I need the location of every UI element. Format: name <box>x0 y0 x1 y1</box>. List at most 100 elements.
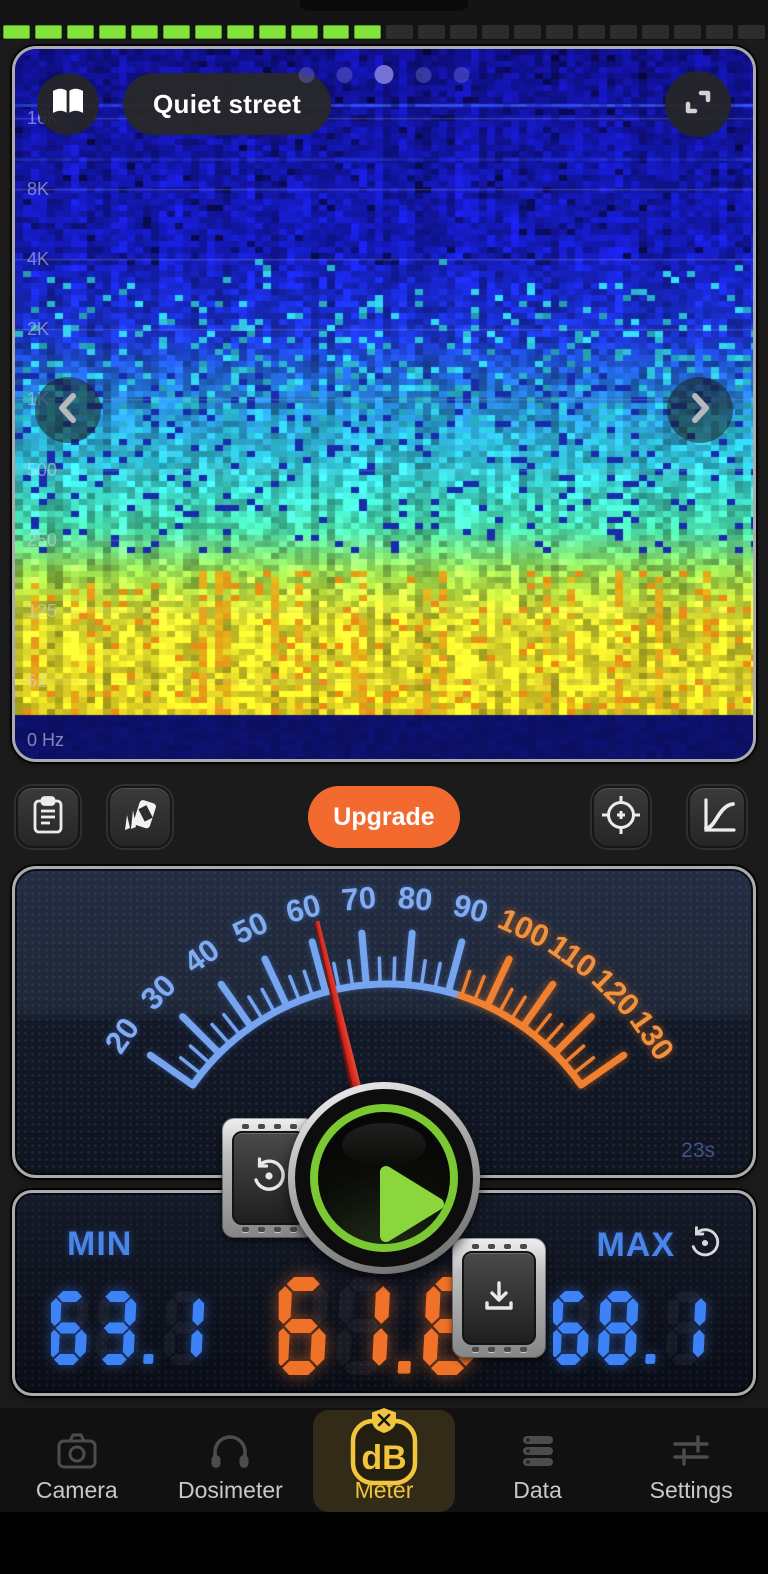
play-button-green-ring <box>310 1104 458 1252</box>
svg-text:20: 20 <box>98 1011 146 1059</box>
led-segment <box>131 25 158 39</box>
elapsed-time: 23s <box>681 1139 715 1163</box>
freq-label: 500 <box>27 460 57 481</box>
fullscreen-button[interactable] <box>665 71 731 137</box>
play-button-gloss <box>342 1123 426 1168</box>
led-segment <box>3 25 30 39</box>
response-curve-button[interactable] <box>688 786 746 848</box>
tab-data[interactable]: Data <box>461 1408 615 1512</box>
led-segment <box>450 25 477 39</box>
environments-button[interactable] <box>37 73 99 135</box>
tab-label: Data <box>513 1477 562 1504</box>
save-recording-button[interactable] <box>462 1251 536 1345</box>
freq-label: 250 <box>27 530 57 551</box>
max-label: MAX <box>596 1226 675 1265</box>
play-icon <box>376 1164 448 1249</box>
report-button[interactable] <box>16 786 80 848</box>
tab-dosimeter[interactable]: Dosimeter <box>154 1408 308 1512</box>
led-segment <box>418 25 445 39</box>
led-segment <box>386 25 413 39</box>
perforation <box>452 1347 546 1352</box>
freq-label: 8K <box>27 179 49 200</box>
chevron-left-icon <box>53 390 83 431</box>
play-button-ring <box>295 1089 473 1267</box>
min-label: MIN <box>67 1225 132 1264</box>
svg-text:dB: dB <box>361 1439 406 1477</box>
db-meter-icon: dB <box>345 1419 423 1477</box>
led-segment <box>163 25 190 39</box>
led-segment <box>291 25 318 39</box>
freq-label-zero: 0 Hz <box>27 730 64 751</box>
open-book-icon <box>51 87 85 122</box>
svg-text:70: 70 <box>340 880 377 918</box>
previous-page-button[interactable] <box>35 377 101 443</box>
svg-text:40: 40 <box>177 932 225 980</box>
led-segment <box>674 25 701 39</box>
app-screen: 16K8K4K2K1K50025012562 0 Hz Quiet street <box>0 0 768 1574</box>
led-segment <box>99 25 126 39</box>
tab-label: Dosimeter <box>178 1477 283 1504</box>
led-segment <box>642 25 669 39</box>
spectrogram-canvas[interactable] <box>15 49 753 759</box>
led-segment <box>354 25 381 39</box>
led-segment <box>67 25 94 39</box>
next-page-button[interactable] <box>667 377 733 443</box>
tab-label: Meter <box>355 1477 414 1504</box>
restore-icon <box>249 1156 289 1201</box>
download-icon <box>480 1277 518 1320</box>
page-dot[interactable] <box>337 67 353 83</box>
page-dot[interactable] <box>299 67 315 83</box>
headphones-icon <box>208 1425 252 1477</box>
led-segment <box>546 25 573 39</box>
camera-icon <box>54 1425 100 1477</box>
led-segment <box>610 25 637 39</box>
upgrade-button[interactable]: Upgrade <box>308 786 460 848</box>
svg-text:110: 110 <box>542 927 603 984</box>
tab-camera[interactable]: Camera <box>0 1408 154 1512</box>
max-value-display <box>553 1291 717 1372</box>
svg-text:80: 80 <box>396 880 433 918</box>
led-segment <box>482 25 509 39</box>
save-wing <box>452 1238 546 1358</box>
fanned-cards-icon <box>120 795 160 840</box>
freq-label: 4K <box>27 249 49 270</box>
svg-text:50: 50 <box>227 905 273 951</box>
min-value-display <box>51 1291 215 1372</box>
calibration-button[interactable] <box>592 786 650 848</box>
page-dot[interactable] <box>375 65 394 84</box>
status-bar <box>0 0 768 24</box>
presets-button[interactable] <box>108 786 172 848</box>
target-icon <box>600 794 642 841</box>
led-segment <box>35 25 62 39</box>
svg-text:90: 90 <box>450 887 492 930</box>
svg-text:100: 100 <box>493 901 555 955</box>
page-indicator <box>299 65 470 84</box>
tab-label: Settings <box>650 1477 733 1504</box>
page-dot[interactable] <box>454 67 470 83</box>
spectrogram-panel: 16K8K4K2K1K50025012562 0 Hz Quiet street <box>12 46 756 762</box>
chevron-right-icon <box>685 390 715 431</box>
max-group: MAX <box>596 1225 723 1266</box>
tab-settings[interactable]: Settings <box>614 1408 768 1512</box>
svg-text:130: 130 <box>623 1004 681 1066</box>
phone-notch <box>300 0 468 11</box>
led-segment <box>195 25 222 39</box>
expand-icon <box>681 85 715 124</box>
environment-title: Quiet street <box>153 89 301 120</box>
tab-bar: Camera Dosimeter dB Meter Data Setting <box>0 1408 768 1512</box>
tab-label: Camera <box>36 1477 118 1504</box>
led-segment <box>259 25 286 39</box>
freq-label: 62 <box>27 671 47 692</box>
reset-max-icon[interactable] <box>687 1225 723 1266</box>
home-area <box>0 1512 768 1574</box>
curve-chart-icon <box>696 794 738 841</box>
play-button[interactable] <box>288 1082 480 1274</box>
data-stack-icon <box>516 1425 560 1477</box>
led-segment <box>578 25 605 39</box>
tab-meter[interactable]: dB Meter <box>307 1408 461 1512</box>
sliders-icon <box>669 1425 713 1477</box>
led-segment <box>738 25 765 39</box>
perforation <box>452 1244 546 1249</box>
freq-label: 2K <box>27 319 49 340</box>
page-dot[interactable] <box>416 67 432 83</box>
